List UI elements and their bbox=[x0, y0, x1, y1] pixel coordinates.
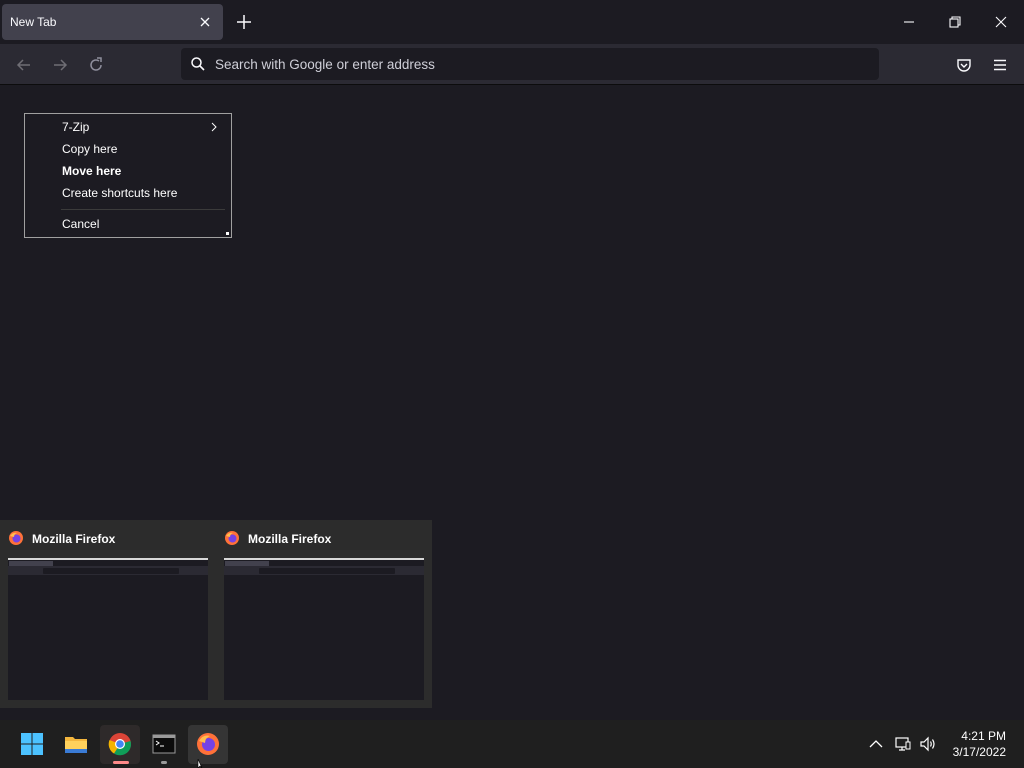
close-tab-icon[interactable] bbox=[198, 15, 212, 29]
hamburger-menu-icon[interactable] bbox=[991, 56, 1009, 74]
mouse-cursor-icon bbox=[197, 759, 203, 768]
tab-new-tab[interactable]: New Tab bbox=[2, 4, 223, 40]
navigation-toolbar bbox=[0, 44, 1024, 85]
thumbnail-preview[interactable] bbox=[224, 558, 424, 700]
new-tab-button[interactable] bbox=[235, 13, 253, 31]
firefox-icon bbox=[225, 531, 239, 545]
terminal-icon[interactable] bbox=[152, 732, 176, 756]
tab-strip: New Tab bbox=[0, 0, 1024, 44]
menu-item-cancel[interactable]: Cancel bbox=[62, 217, 99, 231]
running-indicator bbox=[161, 761, 167, 764]
start-icon[interactable] bbox=[20, 732, 44, 756]
taskbar bbox=[0, 720, 1024, 768]
clock-time[interactable]: 4:21 PM bbox=[944, 729, 1006, 743]
chrome-icon[interactable] bbox=[108, 732, 132, 756]
taskbar-thumbnail-popup: Mozilla Firefox Mozilla Firefox bbox=[0, 520, 432, 708]
address-input[interactable] bbox=[215, 48, 855, 80]
menu-item-create-shortcuts[interactable]: Create shortcuts here bbox=[62, 186, 177, 200]
network-icon[interactable] bbox=[894, 735, 912, 753]
tab-title: New Tab bbox=[10, 15, 57, 29]
context-menu: 7-Zip Copy here Move here Create shortcu… bbox=[24, 113, 232, 238]
reload-icon[interactable] bbox=[87, 56, 105, 74]
chevron-right-icon bbox=[211, 122, 217, 132]
menu-separator bbox=[61, 209, 225, 210]
firefox-icon[interactable] bbox=[196, 732, 220, 756]
menu-item-move-here[interactable]: Move here bbox=[62, 164, 121, 178]
menu-item-copy-here[interactable]: Copy here bbox=[62, 142, 117, 156]
volume-icon[interactable] bbox=[919, 735, 937, 753]
clock-date[interactable]: 3/17/2022 bbox=[944, 745, 1006, 759]
address-bar[interactable] bbox=[181, 48, 879, 80]
firefox-icon bbox=[9, 531, 23, 545]
forward-arrow-icon[interactable] bbox=[51, 56, 69, 74]
back-arrow-icon[interactable] bbox=[15, 56, 33, 74]
chevron-up-icon[interactable] bbox=[867, 735, 885, 753]
file-explorer-icon[interactable] bbox=[64, 732, 88, 756]
active-indicator bbox=[113, 761, 129, 764]
search-icon bbox=[191, 57, 205, 71]
thumbnail-preview[interactable] bbox=[8, 558, 208, 700]
resize-grip bbox=[226, 232, 229, 235]
thumbnail-title[interactable]: Mozilla Firefox bbox=[248, 532, 331, 546]
menu-item-7zip[interactable]: 7-Zip bbox=[62, 120, 89, 134]
thumbnail-title[interactable]: Mozilla Firefox bbox=[32, 532, 115, 546]
pocket-icon[interactable] bbox=[955, 56, 973, 74]
restore-icon[interactable] bbox=[947, 14, 963, 30]
close-window-icon[interactable] bbox=[993, 14, 1009, 30]
minimize-icon[interactable] bbox=[901, 14, 917, 30]
